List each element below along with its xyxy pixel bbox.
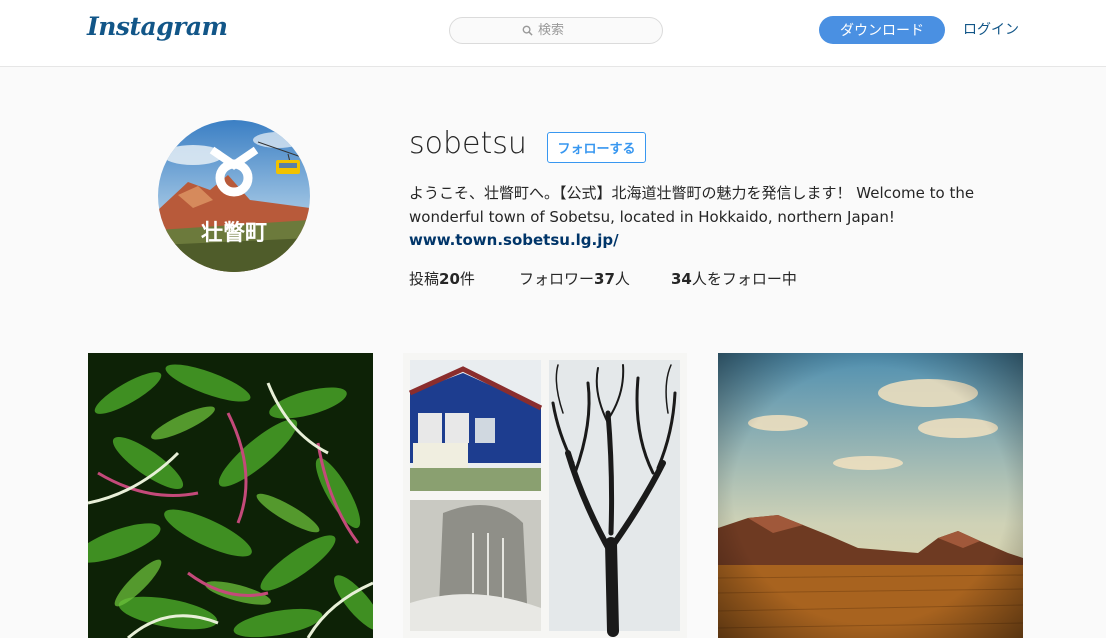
profile-bio: ようこそ、壮瞥町へ。【公式】北海道壮瞥町の魅力を発信します！ Welcome t…	[409, 182, 1029, 229]
download-button[interactable]: ダウンロード	[819, 16, 945, 44]
login-link[interactable]: ログイン	[963, 19, 1019, 39]
volcano-landscape-image	[718, 353, 1023, 638]
followers-count: 37	[594, 270, 615, 288]
following-label: 人をフォロー中	[691, 270, 797, 288]
posts-count: 20	[439, 270, 460, 288]
bio-line-2: wonderful town of Sobetsu, located in Ho…	[409, 207, 895, 226]
search-input[interactable]	[538, 23, 590, 38]
posts-unit: 件	[459, 270, 475, 288]
followers-label: フォロワー	[519, 270, 595, 288]
following-stat[interactable]: 34人をフォロー中	[671, 268, 797, 289]
avatar-image: 壮瞥町	[158, 120, 310, 272]
wild-leeks-image	[88, 353, 373, 638]
follow-button[interactable]: フォローする	[547, 132, 646, 163]
posts-label: 投稿	[409, 270, 440, 288]
post-thumbnail-3[interactable]	[718, 353, 1023, 638]
collage-image	[403, 353, 687, 638]
post-thumbnail-2[interactable]	[403, 353, 687, 638]
followers-stat[interactable]: フォロワー37人	[519, 268, 630, 289]
instagram-logo[interactable]: Instagram	[87, 12, 228, 41]
followers-unit: 人	[614, 270, 630, 288]
top-nav-bar: Instagram ダウンロード ログイン	[0, 0, 1106, 67]
posts-stat: 投稿20件	[409, 268, 475, 289]
avatar-label: 壮瞥町	[201, 221, 267, 246]
following-count: 34	[671, 270, 692, 288]
profile-website-link[interactable]: www.town.sobetsu.lg.jp/	[409, 231, 619, 249]
search-icon	[522, 25, 533, 36]
search-box[interactable]	[449, 17, 663, 44]
bio-line-1: ようこそ、壮瞥町へ。【公式】北海道壮瞥町の魅力を発信します！ Welcome t…	[409, 184, 975, 202]
post-thumbnail-1[interactable]	[88, 353, 373, 638]
profile-username: sobetsu	[409, 126, 527, 161]
avatar[interactable]: 壮瞥町	[158, 120, 310, 272]
